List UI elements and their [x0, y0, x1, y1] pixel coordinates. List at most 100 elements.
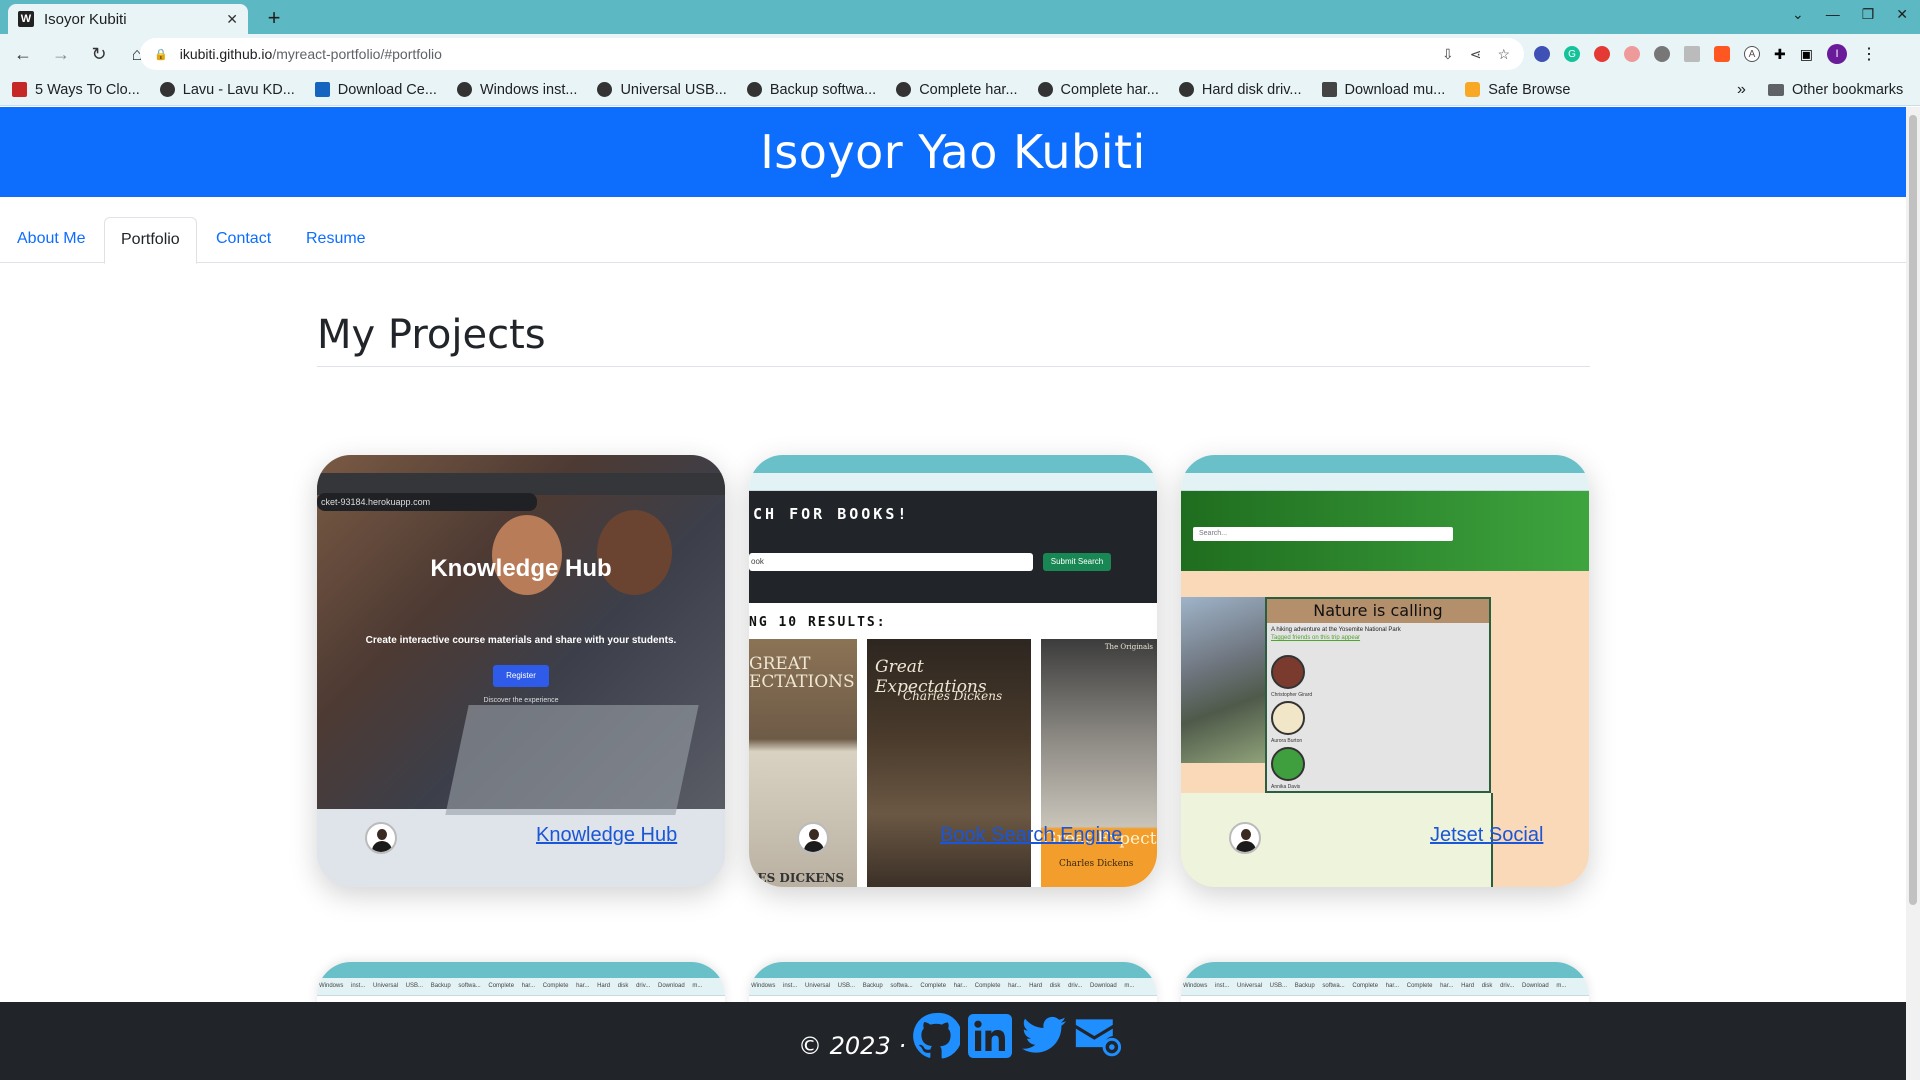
project-card-book-search[interactable]: CH FOR BOOKS! ook Submit Search NG 10 RE…	[749, 455, 1157, 887]
extension-6-icon[interactable]	[1684, 46, 1700, 62]
screenshot-bookmarks-text: Windows inst... Universal USB... Backup …	[1183, 983, 1567, 989]
book-cover-series: The Originals	[1104, 643, 1153, 651]
bookmark-item[interactable]: Download Ce...	[314, 81, 437, 98]
back-button[interactable]: ←	[8, 39, 38, 69]
extension-8-icon[interactable]: A	[1744, 46, 1760, 62]
profile-avatar[interactable]: I	[1826, 44, 1847, 64]
minimize-button[interactable]: —	[1826, 6, 1840, 23]
browser-menu-icon[interactable]: ⋮	[1861, 44, 1877, 64]
extension-5-icon[interactable]	[1654, 46, 1670, 62]
section-title: My Projects	[317, 312, 546, 358]
project-link[interactable]: Knowledge Hub	[536, 824, 677, 847]
extensions-area: G A ✚ ▣ I ⋮	[1534, 38, 1877, 70]
bookmark-globe-icon	[896, 82, 912, 97]
bookmark-label: Backup softwa...	[769, 81, 877, 98]
bookmark-label: Download Ce...	[337, 81, 437, 98]
new-tab-button[interactable]: +	[260, 4, 288, 32]
restore-button[interactable]: ❐	[1862, 6, 1875, 23]
screenshot-post-desc: A hiking adventure at the Yosemite Natio…	[1271, 627, 1401, 633]
bookmarks-overflow-button[interactable]: »	[1737, 74, 1746, 106]
screenshot-discover-text: Discover the experience	[483, 697, 559, 704]
card-footer: Book Search Engine	[749, 807, 1157, 887]
bookmark-globe-icon	[456, 82, 472, 97]
scrollbar-thumb[interactable]	[1909, 115, 1917, 905]
browser-tab-active[interactable]: W Isoyor Kubiti ✕	[8, 4, 248, 34]
bookmark-item[interactable]: Windows inst...	[456, 82, 577, 98]
email-icon[interactable]	[1074, 1012, 1122, 1060]
screenshot-search-input: Search...	[1193, 527, 1453, 541]
project-card-jetset-social[interactable]: Search... Nature is calling A hiking adv…	[1181, 455, 1589, 887]
bookmark-label: Universal USB...	[620, 81, 727, 98]
lock-icon[interactable]: 🔒	[154, 48, 168, 61]
author-avatar	[1229, 822, 1261, 854]
screenshot-results-count: NG 10 RESULTS:	[749, 615, 887, 630]
screenshot-heading: CH FOR BOOKS!	[753, 505, 910, 523]
bookmark-item[interactable]: Hard disk driv...	[1178, 81, 1302, 98]
project-link[interactable]: Jetset Social	[1430, 824, 1543, 847]
tab-search-icon[interactable]: ⌄	[1792, 6, 1804, 23]
linkedin-icon[interactable]	[966, 1012, 1014, 1060]
share-icon[interactable]: ⋖	[1470, 46, 1482, 63]
bookmark-star-icon[interactable]: ☆	[1497, 46, 1510, 63]
screenshot-yosemite-photo	[1181, 597, 1265, 763]
address-bar[interactable]: 🔒 ikubiti.github.io/myreact-portfolio/#p…	[140, 38, 1524, 70]
extension-3-icon[interactable]	[1594, 46, 1610, 62]
screenshot-bookmarks	[749, 473, 1157, 491]
bookmark-label: 5 Ways To Clo...	[35, 81, 140, 98]
screenshot-bookmarks: Windows inst... Universal USB... Backup …	[1181, 978, 1589, 996]
github-icon[interactable]	[912, 1012, 960, 1060]
book-cover-title: GREAT ECTATIONS	[749, 654, 855, 692]
tab-portfolio[interactable]: Portfolio	[104, 217, 197, 264]
bookmark-item[interactable]: Download mu...	[1321, 81, 1446, 98]
screenshot-bookmarks: Windows inst... Universal USB... Backup …	[317, 978, 725, 996]
bookmark-globe-icon	[1178, 82, 1194, 97]
bookmark-label: Safe Browse	[1488, 81, 1571, 98]
bookmarks-bar: 5 Ways To Clo... Lavu - Lavu KD... Downloa…	[0, 74, 1920, 106]
twitter-icon[interactable]	[1020, 1012, 1068, 1060]
screenshot-post: Nature is calling A hiking adventure at …	[1265, 597, 1491, 793]
screenshot-register-button: Register	[493, 665, 549, 687]
forward-button[interactable]: →	[46, 39, 76, 69]
tab-close-icon[interactable]: ✕	[226, 11, 238, 28]
extension-1-icon[interactable]	[1534, 46, 1550, 62]
tab-title: Isoyor Kubiti	[44, 10, 127, 28]
bookmark-item[interactable]: Backup softwa...	[746, 81, 877, 98]
bookmark-item[interactable]: Universal USB...	[597, 81, 727, 98]
extension-7-icon[interactable]	[1714, 46, 1730, 62]
bookmark-item[interactable]: 5 Ways To Clo...	[12, 82, 140, 98]
screenshot-bookmarks-text: Windows inst... Universal USB... Backup …	[319, 983, 703, 989]
reload-button[interactable]: ↻	[84, 39, 114, 69]
bookmark-label: Hard disk driv...	[1201, 81, 1302, 98]
tab-contact[interactable]: Contact	[200, 217, 287, 263]
bookmark-label: Lavu - Lavu KD...	[182, 81, 295, 98]
extension-4-icon[interactable]	[1624, 46, 1640, 62]
project-card-knowledge-hub[interactable]: cket-93184.herokuapp.com Knowledge Hub C…	[317, 455, 725, 887]
page-viewport: Isoyor Yao Kubiti About Me Portfolio Con…	[0, 107, 1906, 1080]
site-nav-tabs: About Me Portfolio Contact Resume	[0, 197, 1906, 264]
screenshot-laptop	[445, 705, 699, 815]
screenshot-person-name: Annika Davis	[1271, 784, 1301, 790]
screenshot-person-avatar	[1271, 747, 1305, 781]
other-bookmarks-folder[interactable]: Other bookmarks	[1768, 74, 1903, 106]
bookmark-item[interactable]: Complete har...	[1037, 82, 1159, 98]
browser-toolbar: ← → ↻ ⌂ 🔒 ikubiti.github.io/myreact-port…	[0, 34, 1920, 74]
extensions-puzzle-icon[interactable]: ✚	[1774, 46, 1786, 63]
close-window-button[interactable]: ✕	[1896, 6, 1908, 23]
bookmark-label: Complete har...	[919, 81, 1018, 98]
bookmark-label: Download mu...	[1344, 81, 1446, 98]
bookmark-item[interactable]: Complete har...	[896, 81, 1018, 98]
folder-icon	[1768, 84, 1784, 96]
screenshot-tabbar	[317, 962, 725, 978]
tab-resume[interactable]: Resume	[290, 217, 382, 263]
install-app-icon[interactable]: ⇩	[1442, 46, 1454, 63]
browser-tab-bar: W Isoyor Kubiti ✕ + ⌄ — ❐ ✕	[0, 0, 1920, 34]
url-path: /myreact-portfolio/#portfolio	[272, 46, 442, 62]
bookmark-item[interactable]: Lavu - Lavu KD...	[159, 81, 295, 98]
project-link[interactable]: Book Search Engine	[940, 824, 1122, 847]
page-scrollbar[interactable]	[1906, 107, 1920, 1080]
grammarly-icon[interactable]: G	[1564, 46, 1580, 62]
side-panel-icon[interactable]: ▣	[1800, 46, 1813, 63]
tab-about-me[interactable]: About Me	[1, 217, 101, 263]
screenshot-person-name: Aurora Burton	[1271, 738, 1303, 744]
bookmark-item[interactable]: Safe Browse	[1465, 82, 1570, 98]
